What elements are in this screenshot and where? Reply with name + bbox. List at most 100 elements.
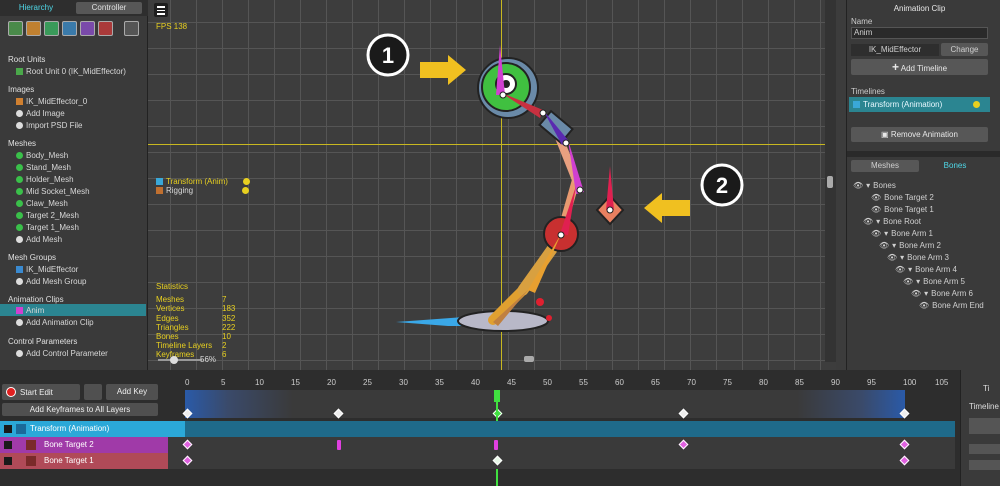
callout-number-2: 2 — [715, 173, 729, 198]
mesh-icon[interactable] — [44, 21, 59, 36]
layer-track-transform[interactable] — [185, 421, 955, 437]
bone-row[interactable]: 👁 ▾ Bone Arm 3 — [853, 251, 984, 263]
image-icon[interactable] — [26, 21, 41, 36]
mesh-item[interactable]: Holder_Mesh — [16, 175, 74, 184]
mesh-item[interactable]: Claw_Mesh — [16, 199, 68, 208]
section-control-parameters[interactable]: Control Parameters — [8, 337, 77, 346]
zoom-handle[interactable] — [170, 356, 178, 364]
remove-animation-button[interactable]: ▣ Remove Animation — [851, 127, 988, 142]
mesh-group-icon[interactable] — [62, 21, 77, 36]
mesh-icon — [16, 176, 23, 183]
add-image-button[interactable]: Add Image — [16, 109, 65, 118]
collapse-icon[interactable] — [4, 457, 12, 465]
vertical-scroll-handle[interactable] — [827, 176, 833, 188]
tab-meshes[interactable]: Meshes — [851, 160, 919, 172]
bone-row[interactable]: 👁 Bone Target 1 — [853, 203, 984, 215]
section-images[interactable]: Images — [8, 85, 34, 94]
collapse-icon[interactable] — [4, 441, 12, 449]
hierarchy-tabs: Hierarchy Controller — [0, 0, 148, 16]
callout-arrow-2 — [644, 193, 690, 223]
eye-icon: 👁 — [863, 216, 874, 226]
layer-row-bone-target-2[interactable]: Bone Target 2 — [0, 437, 168, 453]
zoom-label: 56% — [200, 355, 217, 364]
tab-hierarchy[interactable]: Hierarchy — [6, 2, 66, 14]
parameter-icon[interactable] — [98, 21, 113, 36]
statistics-title: Statistics — [156, 282, 189, 291]
flower — [546, 315, 552, 321]
mesh-item[interactable]: Target 2_Mesh — [16, 211, 79, 220]
section-mesh-groups[interactable]: Mesh Groups — [8, 253, 56, 262]
side-panel-button[interactable] — [969, 444, 1000, 454]
animation-icon[interactable] — [80, 21, 95, 36]
section-root-units[interactable]: Root Units — [8, 55, 45, 64]
bone-row[interactable]: 👁 ▾ Bone Arm 6 — [853, 287, 984, 299]
inspector-panel: Animation Clip Name Anim IK_MidEffector … — [846, 0, 1000, 370]
eye-icon: 👁 — [871, 228, 882, 238]
target-field: IK_MidEffector — [851, 44, 939, 56]
add-animation-clip-button[interactable]: Add Animation Clip — [16, 318, 94, 327]
playhead-handle[interactable] — [494, 390, 500, 402]
bone-icon — [26, 456, 36, 466]
tab-controller[interactable]: Controller — [76, 2, 142, 14]
callout-number-1: 1 — [381, 43, 395, 68]
horizontal-scroll-handle[interactable] — [524, 356, 534, 362]
timeline-range-area[interactable] — [185, 390, 905, 418]
divider — [847, 151, 1000, 157]
bone-row[interactable]: 👁 ▾ Bone Arm 5 — [853, 275, 984, 287]
start-edit-button[interactable]: Start Edit — [2, 384, 80, 400]
timeline-ruler[interactable]: 0 5 10 15 20 25 30 35 40 45 50 55 60 65 … — [185, 378, 957, 390]
side-panel-button[interactable] — [969, 460, 1000, 470]
section-animation-clips[interactable]: Animation Clips — [8, 295, 64, 304]
mesh-group-item[interactable]: IK_MidEffector — [16, 265, 78, 274]
plus-icon: + — [891, 60, 899, 74]
flower — [536, 298, 544, 306]
mesh-item[interactable]: Body_Mesh — [16, 151, 68, 160]
add-mesh-group-button[interactable]: Add Mesh Group — [16, 277, 86, 286]
layer-track-bone-target-2[interactable] — [168, 437, 955, 453]
bone-row[interactable]: 👁 Bone Arm End — [853, 299, 984, 311]
key-lock-icon[interactable] — [84, 384, 102, 400]
add-control-parameter-button[interactable]: Add Control Parameter — [16, 349, 108, 358]
eye-icon: 👁 — [911, 288, 922, 298]
name-input[interactable]: Anim — [851, 27, 988, 39]
mesh-item[interactable]: Target 1_Mesh — [16, 223, 79, 232]
root-unit-icon[interactable] — [8, 21, 23, 36]
bone-row[interactable]: 👁 ▾ Bone Arm 1 — [853, 227, 984, 239]
mesh-item[interactable]: Mid Socket_Mesh — [16, 187, 90, 196]
mesh-icon — [16, 152, 23, 159]
image-icon — [16, 98, 23, 105]
animation-clip-item[interactable]: Anim — [16, 306, 44, 315]
section-meshes[interactable]: Meshes — [8, 139, 36, 148]
stat-row: Edges 352 — [156, 313, 236, 323]
eye-icon: 👁 — [919, 300, 930, 310]
image-item[interactable]: IK_MidEffector_0 — [16, 97, 87, 106]
add-key-button[interactable]: Add Key — [106, 384, 158, 400]
scene-viewport[interactable]: FPS 138 Transform (Anim) Rigging 1 2 Sta… — [148, 0, 836, 370]
name-label: Name — [851, 17, 873, 26]
bulb-icon[interactable] — [973, 101, 981, 108]
bone-row[interactable]: 👁 ▾ Bone Arm 4 — [853, 263, 984, 275]
sort-icon[interactable] — [124, 21, 139, 36]
change-button[interactable]: Change — [941, 43, 988, 56]
bone-row[interactable]: 👁 ▾ Bone Arm 2 — [853, 239, 984, 251]
add-mesh-button[interactable]: Add Mesh — [16, 235, 62, 244]
layer-track-bone-target-1[interactable] — [168, 453, 955, 469]
zoom-slider[interactable] — [158, 359, 202, 361]
eye-icon: 👁 — [895, 264, 906, 274]
plus-icon — [16, 110, 23, 117]
mesh-item[interactable]: Stand_Mesh — [16, 163, 71, 172]
side-panel-field[interactable] — [969, 418, 1000, 434]
keyframe-marker[interactable] — [494, 440, 498, 450]
timelines-label: Timelines — [851, 87, 885, 96]
collapse-icon[interactable] — [4, 425, 12, 433]
layer-row-bone-target-1[interactable]: Bone Target 1 — [0, 453, 168, 469]
add-timeline-button[interactable]: + Add Timeline — [851, 59, 988, 75]
import-psd-button[interactable]: Import PSD File — [16, 121, 82, 130]
add-keyframes-all-button[interactable]: Add Keyframes to All Layers — [2, 403, 158, 416]
bone-row[interactable]: 👁 ▾ Bones — [853, 179, 984, 191]
root-unit-item[interactable]: Root Unit 0 (IK_MidEffector) — [16, 67, 126, 76]
bone-row[interactable]: 👁 Bone Target 2 — [853, 191, 984, 203]
keyframe-marker[interactable] — [337, 440, 341, 450]
bone-row[interactable]: 👁 ▾ Bone Root — [853, 215, 984, 227]
tab-bones[interactable]: Bones — [921, 160, 989, 172]
